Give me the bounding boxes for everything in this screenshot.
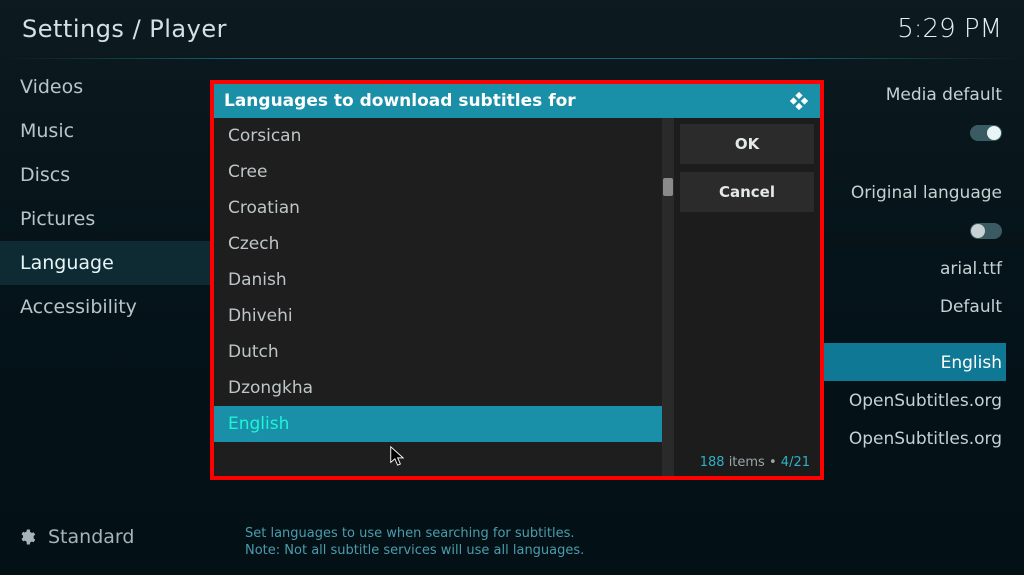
language-dialog: Languages to download subtitles for Cors… [210,80,824,480]
gear-icon [18,528,36,546]
divider [0,58,1024,59]
kodi-icon [788,90,810,112]
sidebar-item-label: Videos [20,76,83,98]
sidebar-item-accessibility[interactable]: Accessibility [0,285,240,329]
list-item[interactable]: Danish [214,262,662,298]
sidebar-item-label: Accessibility [20,296,137,318]
scrollbar[interactable] [662,118,674,476]
sidebar-item-music[interactable]: Music [0,109,240,153]
list-item[interactable]: Cree [214,154,662,190]
ok-button[interactable]: OK [680,124,814,164]
language-list[interactable]: Corsican Cree Croatian Czech Danish Dhiv… [214,118,662,476]
sidebar-item-pictures[interactable]: Pictures [0,197,240,241]
scrollbar-thumb[interactable] [663,178,673,196]
list-item[interactable]: Corsican [214,118,662,154]
sidebar-item-language[interactable]: Language [0,241,240,285]
toggle-on-icon [970,125,1002,141]
clock: 5:29 PM [897,14,1002,44]
sidebar-item-label: Pictures [20,208,95,230]
list-item-selected[interactable]: English [214,406,662,442]
list-item[interactable]: Czech [214,226,662,262]
sidebar-item-label: Discs [20,164,70,186]
list-item[interactable]: Dutch [214,334,662,370]
settings-level-label: Standard [48,526,134,548]
settings-level-button[interactable]: Standard [0,517,240,557]
toggle-off-icon [970,223,1002,239]
dialog-header: Languages to download subtitles for [214,84,820,118]
list-item[interactable]: Dzongkha [214,370,662,406]
list-item[interactable]: Dhivehi [214,298,662,334]
cancel-button[interactable]: Cancel [680,172,814,212]
breadcrumb: Settings / Player [22,15,227,43]
dialog-title: Languages to download subtitles for [224,91,576,111]
help-line: Set languages to use when searching for … [245,525,584,543]
dialog-button-column: OK Cancel [674,118,820,476]
sidebar-item-label: Music [20,120,74,142]
list-item[interactable]: Croatian [214,190,662,226]
sidebar: Videos Music Discs Pictures Language Acc… [0,65,240,329]
sidebar-item-videos[interactable]: Videos [0,65,240,109]
help-text: Set languages to use when searching for … [245,525,584,560]
sidebar-item-label: Language [20,252,114,274]
help-line: Note: Not all subtitle services will use… [245,542,584,560]
dialog-item-count: 188 items • 4/21 [700,455,810,470]
sidebar-item-discs[interactable]: Discs [0,153,240,197]
